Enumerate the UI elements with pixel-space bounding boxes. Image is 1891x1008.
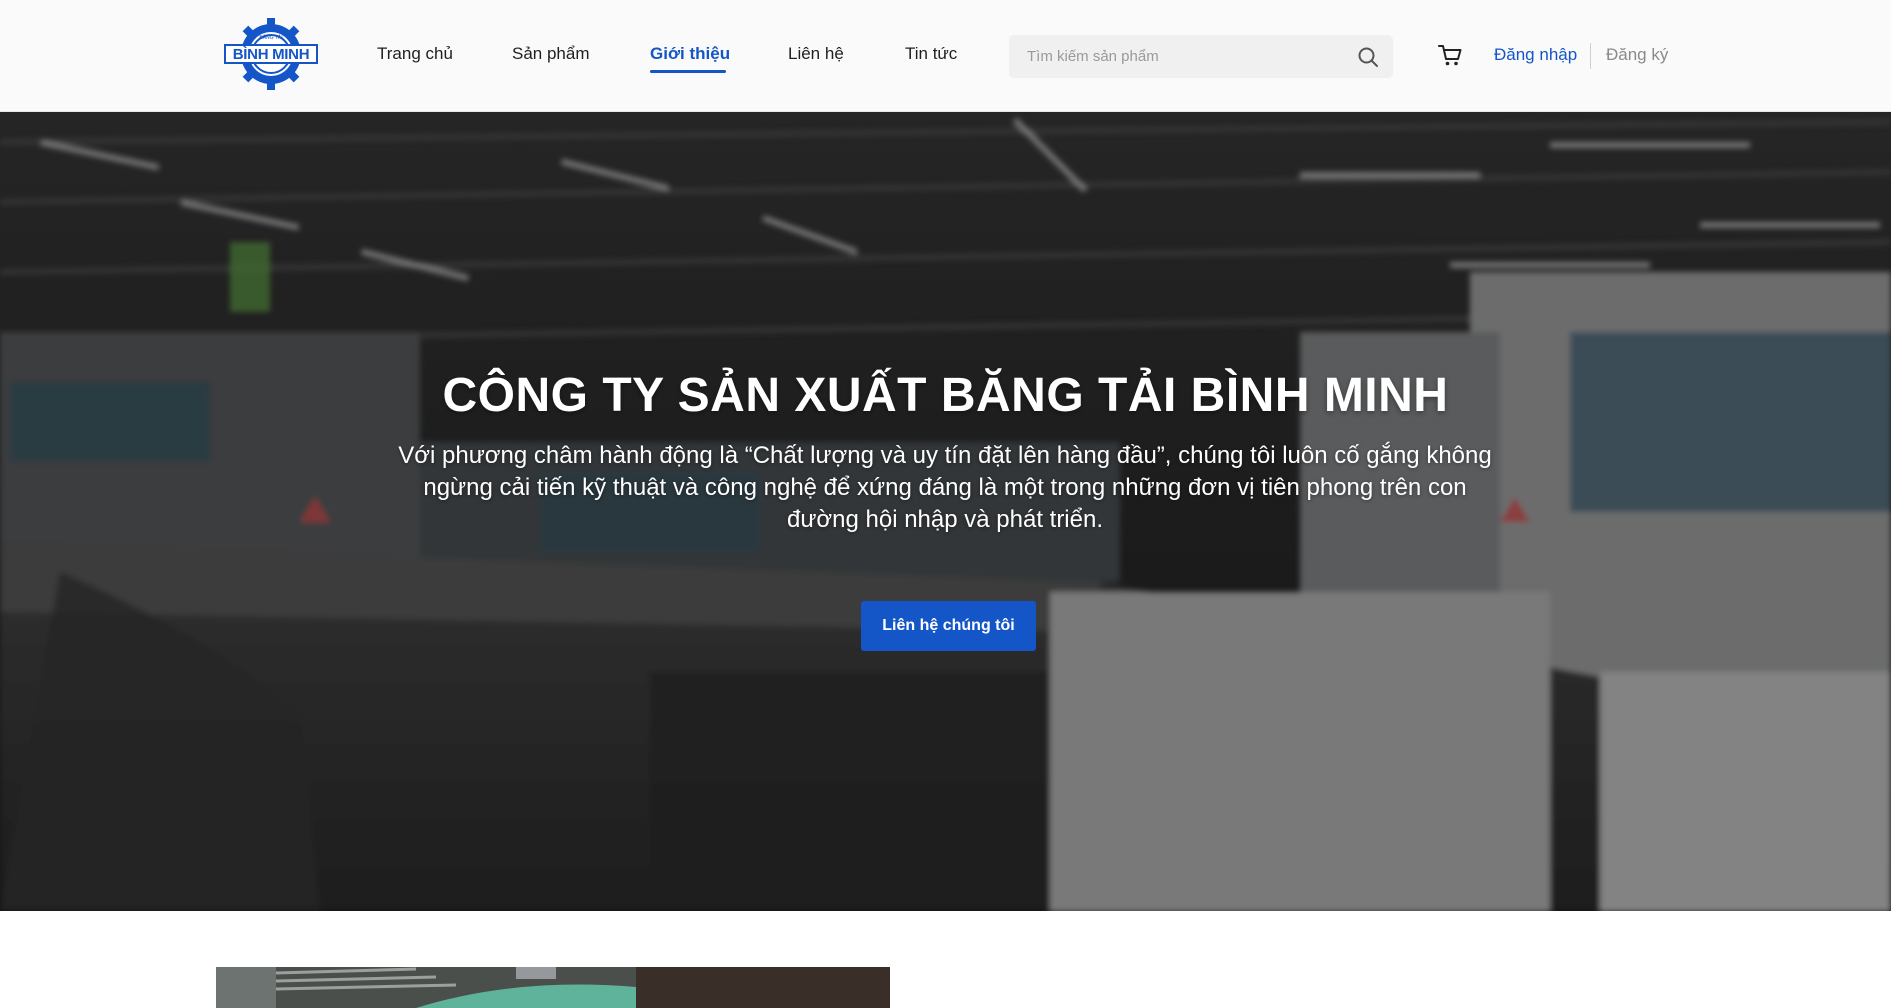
search-icon[interactable] <box>1357 46 1379 68</box>
nav-item-about[interactable]: Giới thiệu <box>650 44 730 64</box>
hero-title: CÔNG TY SẢN XUẤT BĂNG TẢI BÌNH MINH <box>442 369 1449 422</box>
register-link[interactable]: Đăng ký <box>1606 45 1668 65</box>
nav-item-home[interactable]: Trang chủ <box>377 44 453 64</box>
auth-divider <box>1590 43 1591 69</box>
site-header: BÌNH MINH BĂNG TẢI Trang chủ Sản phẩm Gi… <box>0 0 1891 112</box>
cart-icon[interactable] <box>1437 42 1463 68</box>
about-section-image <box>216 967 890 1008</box>
active-nav-indicator <box>650 70 726 73</box>
contact-us-button[interactable]: Liên hệ chúng tôi <box>861 601 1036 651</box>
search-box <box>1009 35 1393 78</box>
nav-item-news[interactable]: Tin tức <box>905 44 957 64</box>
company-logo[interactable]: BÌNH MINH BĂNG TẢI <box>223 18 319 90</box>
hero-description: Với phương châm hành động là “Chất lượng… <box>398 442 1492 533</box>
nav-item-products[interactable]: Sản phẩm <box>512 44 590 64</box>
logo-text: BÌNH MINH <box>232 46 310 63</box>
nav-item-contact[interactable]: Liên hệ <box>788 44 844 64</box>
search-input[interactable] <box>1027 35 1347 78</box>
hero-banner: CÔNG TY SẢN XUẤT BĂNG TẢI BÌNH MINH Với … <box>0 112 1891 911</box>
login-link[interactable]: Đăng nhập <box>1494 45 1577 65</box>
logo-subtext: BĂNG TẢI <box>259 35 283 41</box>
